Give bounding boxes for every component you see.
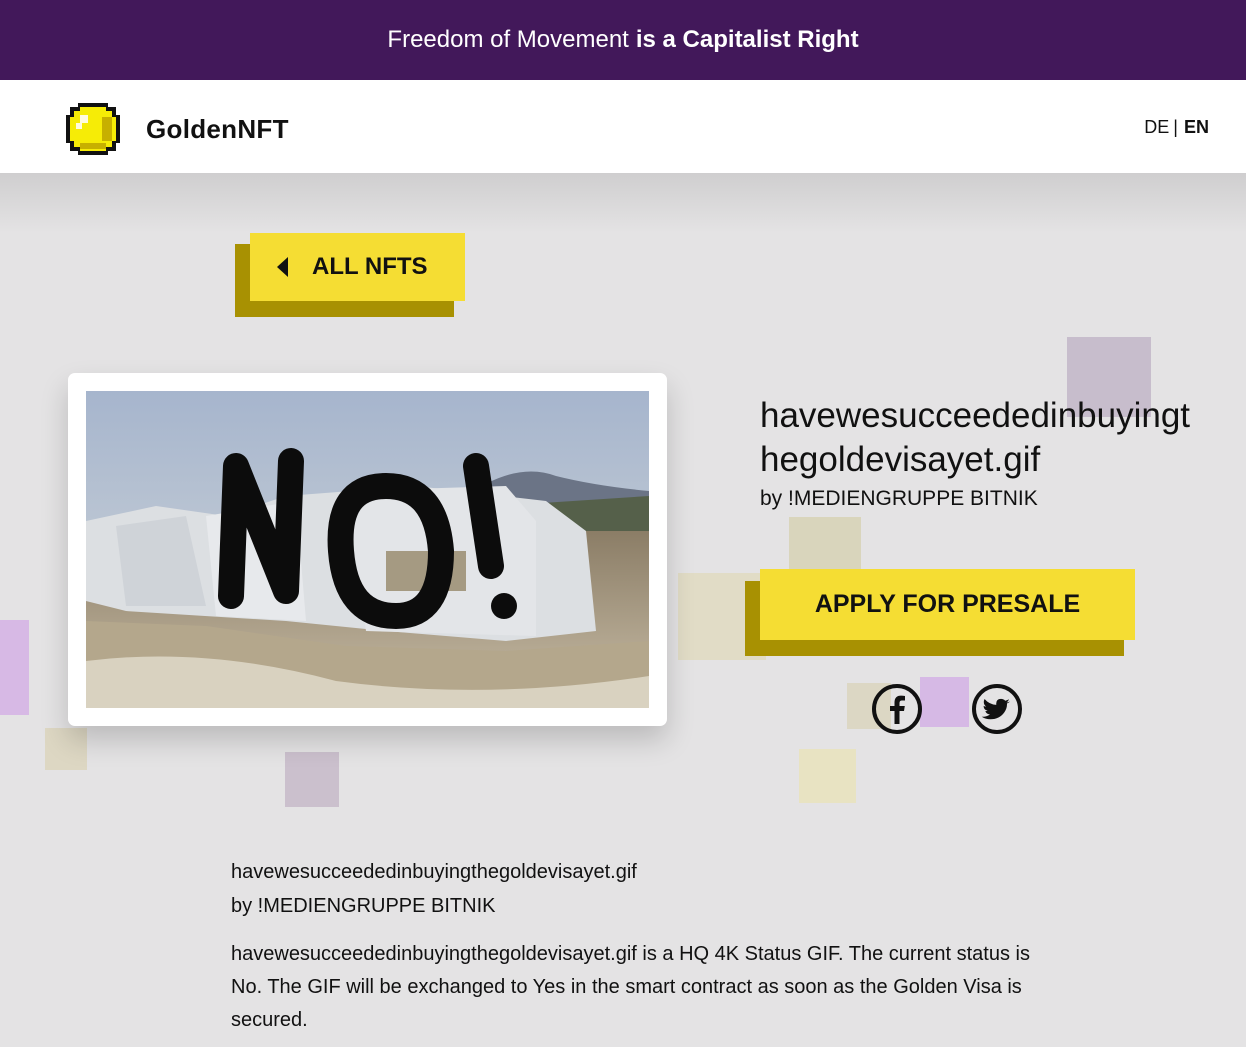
nft-title: havewesucceededinbuyingthegoldevisayet.g…	[760, 396, 1191, 479]
decor-square	[799, 749, 856, 803]
language-switcher: DE | EN	[1144, 117, 1209, 138]
decor-square	[920, 677, 969, 727]
top-banner: Freedom of Movement is a Capitalist Righ…	[0, 0, 1246, 80]
description-header: havewesucceededinbuyingthegoldevisayet.g…	[231, 855, 637, 923]
nft-author: by !MEDIENGRUPPE BITNIK	[760, 487, 1038, 510]
all-nfts-label: ALL NFTS	[312, 253, 428, 280]
caret-left-icon	[277, 257, 288, 277]
decor-square	[0, 620, 29, 715]
all-nfts-button[interactable]: ALL NFTS	[250, 233, 465, 301]
lang-de-link[interactable]: DE	[1144, 117, 1169, 137]
description-author: by !MEDIENGRUPPE BITNIK	[231, 895, 496, 917]
decor-square	[45, 728, 87, 770]
description-title: havewesucceededinbuyingthegoldevisayet.g…	[231, 861, 637, 883]
twitter-icon[interactable]	[972, 684, 1022, 734]
banner-text-bold: is a Capitalist Right	[635, 26, 859, 53]
decor-square	[285, 752, 339, 807]
banner-text: Freedom of Movement	[387, 26, 629, 53]
header-shadow	[0, 173, 1246, 233]
coin-logo-icon[interactable]	[66, 103, 120, 155]
lang-separator: |	[1173, 117, 1178, 137]
apply-presale-button[interactable]: APPLY FOR PRESALE	[760, 569, 1135, 640]
brand-name[interactable]: GoldenNFT	[146, 114, 289, 145]
lang-en-link[interactable]: EN	[1184, 117, 1209, 137]
decor-square	[789, 517, 861, 571]
nft-image-card	[68, 373, 667, 726]
facebook-icon[interactable]	[872, 684, 922, 734]
nft-image[interactable]	[86, 391, 649, 708]
description-body: havewesucceededinbuyingthegoldevisayet.g…	[231, 943, 1030, 1031]
